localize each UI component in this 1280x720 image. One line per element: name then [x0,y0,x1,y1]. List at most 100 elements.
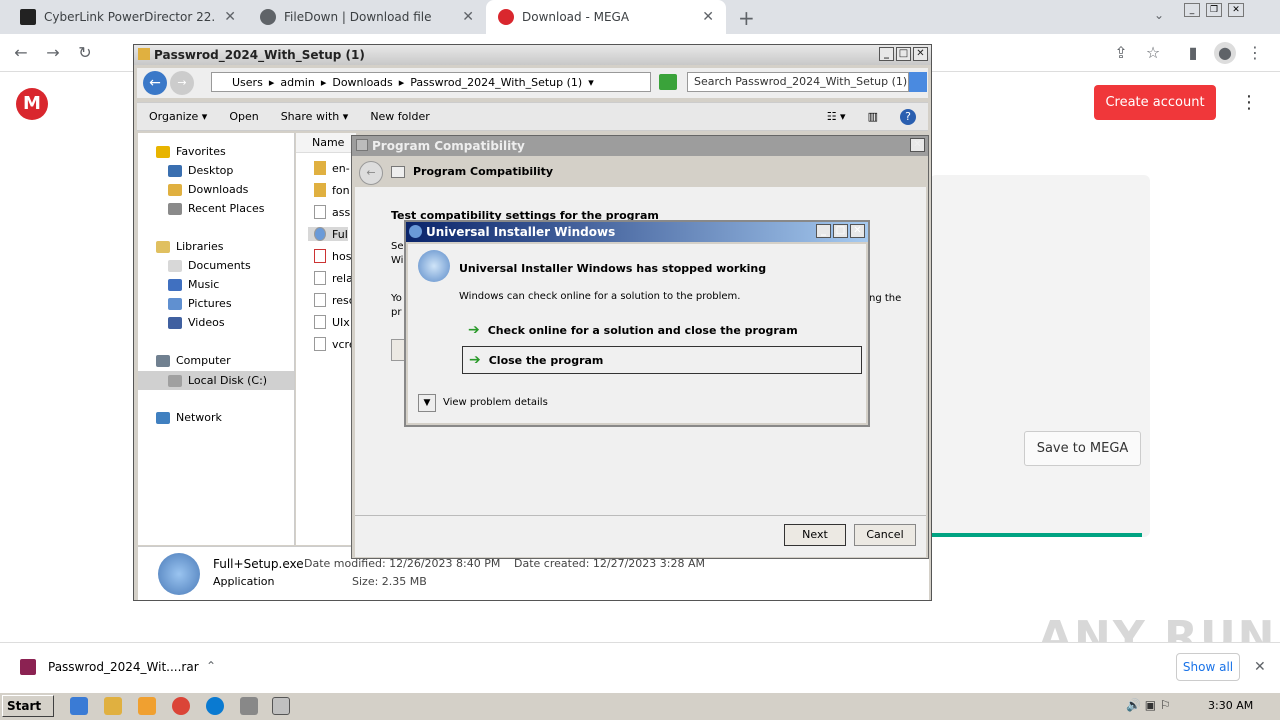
close-tab-icon[interactable]: ✕ [224,9,236,25]
menu-icon[interactable]: ⋮ [1244,42,1266,64]
search-icon[interactable] [909,72,927,92]
back-icon[interactable]: ← [359,161,383,185]
close-tab-icon[interactable]: ✕ [702,9,714,25]
close-program-option[interactable]: ➔ Close the program [462,346,862,374]
expand-details-icon[interactable]: ▼ [418,394,436,412]
explorer-icon[interactable] [104,697,122,715]
tab-powerdirector[interactable]: CyberLink PowerDirector 22.0.3215 ✕ [8,0,248,34]
back-icon[interactable]: ← [143,71,167,95]
preview-pane-icon[interactable]: ▥ [868,110,878,123]
more-menu-icon[interactable]: ⋮ [1240,92,1258,113]
restore-icon[interactable]: ❐ [1206,3,1222,17]
nav-desktop[interactable]: Desktop [168,164,233,177]
globe-icon [260,9,276,25]
file-item[interactable]: hos [314,249,351,263]
minimize-icon[interactable]: _ [879,47,894,61]
next-button[interactable]: Next [784,524,846,546]
nav-pictures[interactable]: Pictures [168,297,232,310]
file-item-selected[interactable]: Ful [308,227,348,241]
explorer-titlebar[interactable]: Passwrod_2024_With_Setup (1) _ □ ✕ [134,45,931,65]
detail-filename: Full+Setup.exe [213,557,304,571]
nav-documents[interactable]: Documents [168,259,251,272]
view-details-link[interactable]: View problem details [443,397,548,408]
nav-favorites[interactable]: Favorites [156,145,226,158]
cancel-button[interactable]: Cancel [854,524,916,546]
mega-logo[interactable]: M [16,88,48,120]
nav-downloads[interactable]: Downloads [168,183,248,196]
check-online-option[interactable]: ➔ Check online for a solution and close t… [462,316,862,344]
green-arrow-icon: ➔ [468,322,480,338]
compat-titlebar[interactable]: Program Compatibility ✕ [352,136,928,156]
tab-mega[interactable]: Download - MEGA ✕ [486,0,726,34]
chevron-up-icon[interactable]: ⌃ [206,659,216,673]
reload-icon[interactable]: ↻ [74,42,96,64]
new-tab-button[interactable]: + [738,6,755,30]
views-icon[interactable]: ☷ ▾ [827,110,846,123]
show-all-button[interactable]: Show all [1176,653,1240,681]
tab-search-icon[interactable]: ⌄ [1154,8,1164,22]
network-icon [156,411,170,424]
installer-icon[interactable] [272,697,290,715]
sidepanel-icon[interactable]: ▮ [1182,42,1204,64]
tab-filedown[interactable]: FileDown | Download file ✕ [248,0,486,34]
nav-network[interactable]: Network [156,411,222,424]
nav-local-disk[interactable]: Local Disk (C:) [138,371,294,390]
bookmark-star-icon[interactable]: ☆ [1142,42,1164,64]
forward-icon[interactable]: → [42,42,64,64]
back-icon[interactable]: ← [10,42,32,64]
minimize-icon[interactable]: _ [816,224,831,238]
close-icon[interactable]: ✕ [1228,3,1244,17]
download-bar: Passwrod_2024_Wit....rar ⌃ Show all ✕ [0,642,1280,692]
close-icon[interactable]: ✕ [910,138,925,152]
installer-icon [418,250,450,282]
nav-videos[interactable]: Videos [168,316,225,329]
nav-recent-places[interactable]: Recent Places [168,202,265,215]
window-controls: _ ❐ ✕ [1178,2,1244,17]
share-with-button[interactable]: Share with ▾ [281,110,349,123]
nav-libraries[interactable]: Libraries [156,240,224,253]
file-item[interactable]: UIx [314,315,350,329]
edge-icon[interactable] [206,697,224,715]
start-button[interactable]: Start [2,695,54,717]
command-bar: Organize ▾ Open Share with ▾ New folder … [137,102,928,131]
nav-computer[interactable]: Computer [156,354,231,367]
organize-button[interactable]: Organize ▾ [149,110,207,123]
breadcrumb[interactable]: Users ▸ admin ▸ Downloads ▸ Passwrod_2024_W… [211,72,651,92]
create-account-button[interactable]: Create account [1094,85,1216,120]
maximize-icon[interactable]: □ [833,224,848,238]
open-button[interactable]: Open [229,110,258,123]
download-item[interactable]: Passwrod_2024_Wit....rar [48,660,199,674]
download-progress [930,533,1142,537]
download-panel [930,175,1150,537]
ie-icon[interactable] [70,697,88,715]
file-item[interactable]: rela [314,271,353,285]
file-item[interactable]: en- [314,161,350,175]
search-input[interactable]: Search Passwrod_2024_With_Setup (1) [687,72,909,92]
file-item[interactable]: resc [314,293,355,307]
column-header-name[interactable]: Name [296,133,356,153]
help-icon[interactable]: ? [900,108,916,125]
tray-icons[interactable]: 🔊 ▣ ⚐ [1126,698,1171,712]
error-titlebar[interactable]: Universal Installer Windows _ □ ✕ [406,222,868,242]
close-icon[interactable]: ✕ [850,224,865,238]
nav-music[interactable]: Music [168,278,219,291]
maximize-icon[interactable]: □ [896,47,911,61]
new-folder-button[interactable]: New folder [370,110,429,123]
file-item[interactable]: ass [314,205,350,219]
profile-icon[interactable]: ● [1214,42,1236,64]
media-player-icon[interactable] [138,697,156,715]
forward-icon[interactable]: → [170,71,194,95]
close-tab-icon[interactable]: ✕ [462,9,474,25]
program-icon[interactable] [240,697,258,715]
chrome-icon[interactable] [172,697,190,715]
file-item[interactable]: vcre [314,337,356,351]
refresh-icon[interactable] [659,74,677,90]
save-to-mega-button[interactable]: Save to MEGA [1024,431,1141,466]
minimize-icon[interactable]: _ [1184,3,1200,17]
share-icon[interactable]: ⇪ [1110,42,1132,64]
videos-icon [168,316,182,329]
close-icon[interactable]: ✕ [913,47,928,61]
setup-icon [409,225,422,238]
close-download-bar-icon[interactable]: ✕ [1254,659,1266,675]
file-item[interactable]: fon [314,183,350,197]
